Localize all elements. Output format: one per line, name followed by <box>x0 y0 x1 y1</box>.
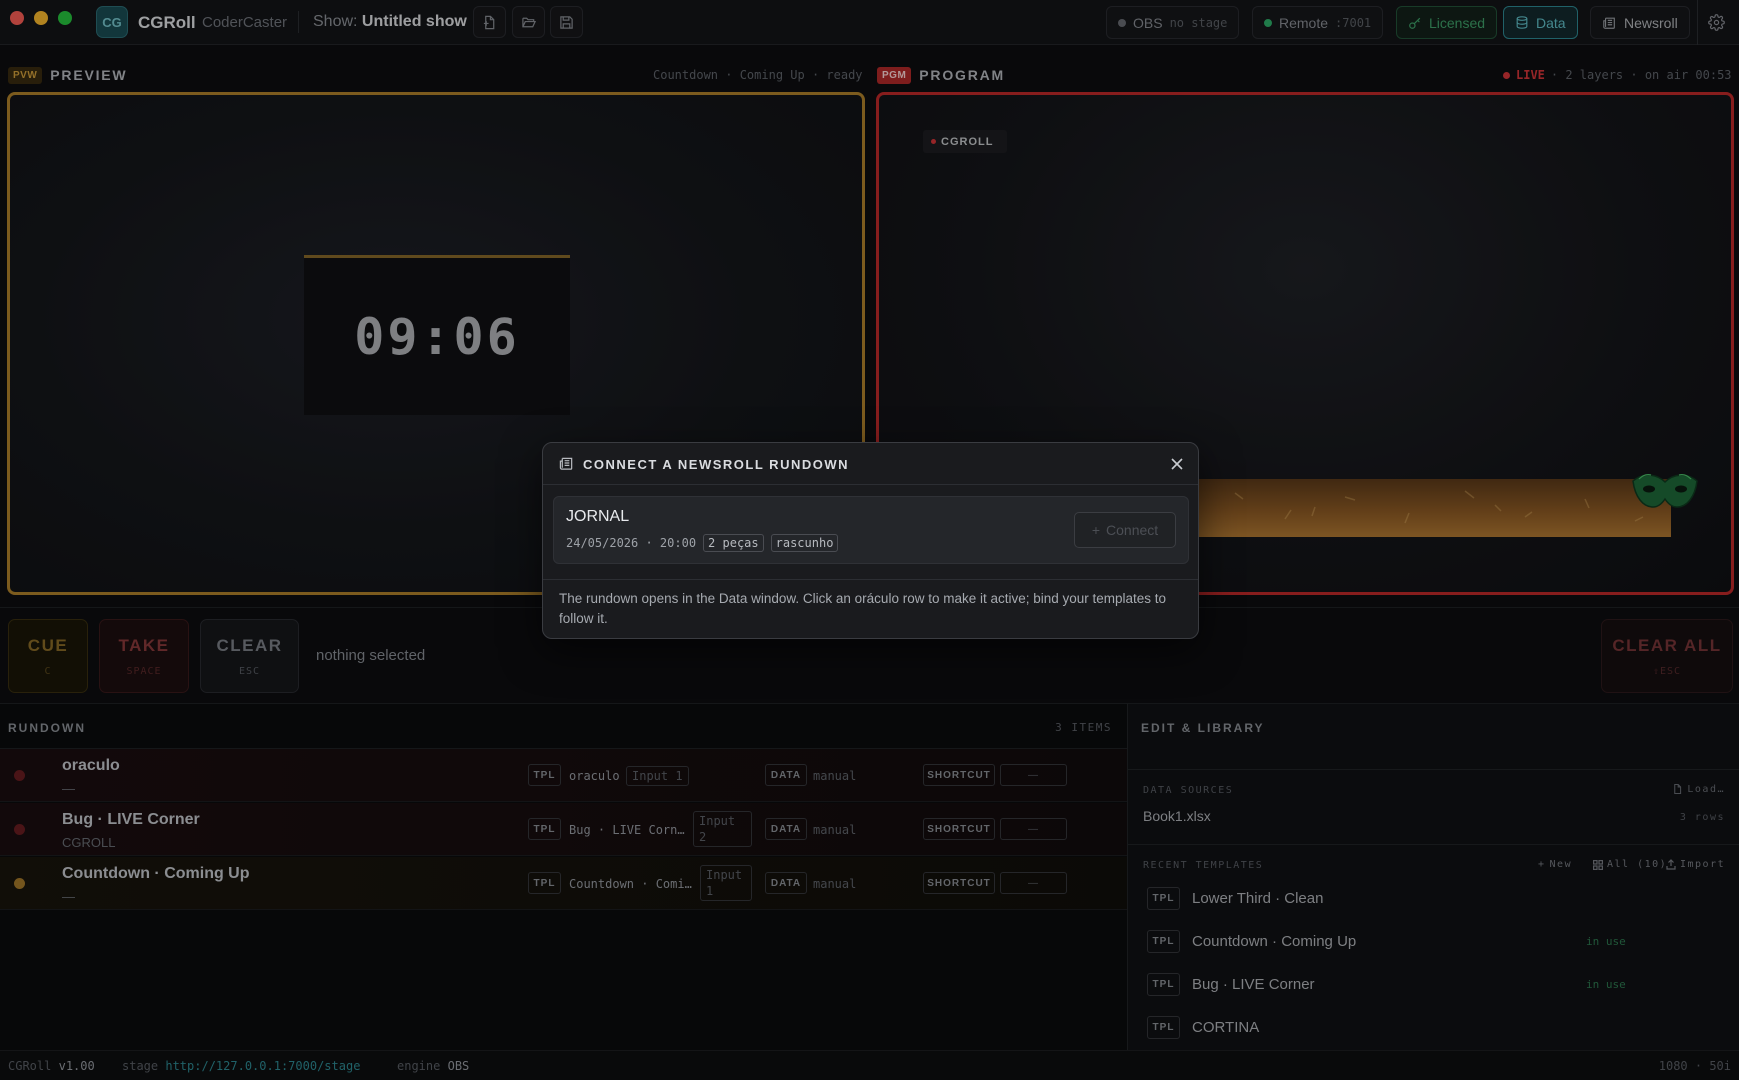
plus-icon: + <box>1091 522 1101 538</box>
connect-button[interactable]: + Connect <box>1074 512 1176 548</box>
newspaper-icon <box>559 457 573 470</box>
connect-rundown-dialog: CONNECT A NEWSROLL RUNDOWN JORNAL 24/05/… <box>542 442 1199 639</box>
close-icon <box>1171 458 1183 470</box>
dialog-header: CONNECT A NEWSROLL RUNDOWN <box>543 443 1198 485</box>
dialog-title: CONNECT A NEWSROLL RUNDOWN <box>583 457 850 472</box>
dialog-note: The rundown opens in the Data window. Cl… <box>559 591 1167 626</box>
rundown-card[interactable]: JORNAL 24/05/2026 · 20:00 2 peças rascun… <box>553 496 1189 564</box>
divider <box>543 579 1198 580</box>
rundown-date: 24/05/2026 · 20:00 <box>566 536 697 550</box>
pieces-chip: 2 peças <box>703 534 764 552</box>
close-button[interactable] <box>1166 453 1188 475</box>
rundown-meta: 24/05/2026 · 20:00 2 peças rascunho <box>566 534 839 552</box>
rundown-name: JORNAL <box>566 508 630 525</box>
state-chip: rascunho <box>770 534 839 552</box>
connect-label: Connect <box>1106 522 1159 538</box>
